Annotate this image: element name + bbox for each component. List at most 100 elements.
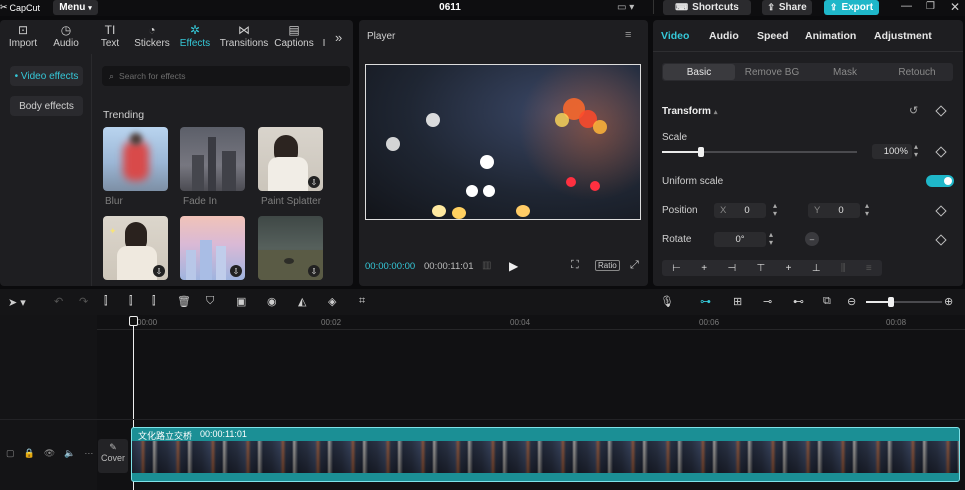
zoom-out-icon[interactable]: ⊖ xyxy=(847,295,856,308)
share-button[interactable]: ⇪ Share xyxy=(762,0,812,15)
ratio-button[interactable]: Ratio xyxy=(595,260,620,271)
uniform-scale-toggle[interactable] xyxy=(926,175,954,187)
tab-text[interactable]: TI Text xyxy=(87,23,133,49)
zoom-in-icon[interactable]: ⊕ xyxy=(944,295,953,308)
align-center-v-icon[interactable]: + xyxy=(786,263,792,274)
magnet-snap-icon[interactable]: ⊶ xyxy=(700,295,711,308)
effect-thumbnail-paint-splatter[interactable]: ⇩ xyxy=(258,127,323,191)
chain-link-icon[interactable]: ⊸ xyxy=(763,295,772,308)
tab-adjustment[interactable]: Adjustment xyxy=(874,30,932,42)
align-center-h-icon[interactable]: + xyxy=(701,263,707,274)
crop-icon[interactable]: ⌗ xyxy=(359,295,365,308)
reverse-play-icon[interactable]: ◉ xyxy=(267,295,277,308)
restore-icon[interactable]: ❐ xyxy=(926,1,935,12)
tab-more[interactable]: I xyxy=(318,23,330,49)
effect-thumbnail-fade-in[interactable] xyxy=(180,127,245,191)
position-x-field[interactable]: X0 xyxy=(714,203,766,218)
tab-video[interactable]: Video xyxy=(661,30,689,42)
lock-icon[interactable]: 🔒 xyxy=(24,448,35,459)
timeline-view-icon[interactable]: ▥ xyxy=(482,260,491,271)
stepper-icon[interactable]: ▴ ▾ xyxy=(773,202,777,218)
align-bottom-icon[interactable]: ⊥ xyxy=(812,263,821,274)
scale-slider[interactable] xyxy=(662,147,857,157)
category-body-effects[interactable]: Body effects xyxy=(10,96,83,116)
tab-stickers[interactable]: ◔ Stickers xyxy=(129,23,175,49)
tab-transitions[interactable]: ⋈ Transitions xyxy=(218,23,270,49)
close-icon[interactable]: ✕ xyxy=(950,0,960,14)
mirror-icon[interactable]: ◭ xyxy=(298,295,306,308)
shield-icon[interactable]: ⛉ xyxy=(206,295,214,308)
layout-icon[interactable]: ▭ ▾ xyxy=(617,2,634,13)
delete-icon[interactable]: 🗑 xyxy=(177,295,191,308)
keyframe-icon[interactable] xyxy=(935,146,947,158)
keyframe-icon[interactable] xyxy=(935,105,947,117)
subtab-mask[interactable]: Mask xyxy=(809,64,881,80)
tab-speed[interactable]: Speed xyxy=(757,30,789,42)
subtab-basic[interactable]: Basic xyxy=(663,64,735,80)
split-audio-icon[interactable]: ⊷ xyxy=(793,295,804,308)
keyframe-icon[interactable] xyxy=(935,205,947,217)
scale-slider-handle[interactable] xyxy=(698,147,704,157)
tab-captions[interactable]: ▤ Captions xyxy=(271,23,317,49)
fullscreen-icon[interactable]: ⤢ xyxy=(630,259,639,272)
stepper-icon[interactable]: ▴ ▾ xyxy=(914,143,918,159)
subtab-retouch[interactable]: Retouch xyxy=(881,64,953,80)
undo-icon[interactable]: ↶ xyxy=(54,295,63,308)
split-right-icon[interactable]: ⫿ xyxy=(152,295,156,308)
speaker-icon[interactable]: 🔈 xyxy=(64,448,75,459)
scale-value-field[interactable]: 100% xyxy=(872,144,912,159)
download-icon[interactable]: ⇩ xyxy=(308,265,320,277)
category-video-effects[interactable]: • Video effects xyxy=(10,66,83,86)
export-button[interactable]: ⇪ Export xyxy=(824,0,879,15)
search-input[interactable]: ⌕ Search for effects xyxy=(102,66,350,86)
freeze-icon[interactable]: ▣ xyxy=(236,295,246,308)
tab-animation[interactable]: Animation xyxy=(805,30,856,42)
download-icon[interactable]: ⇩ xyxy=(308,176,320,188)
position-y-field[interactable]: Y0 xyxy=(808,203,860,218)
tab-effects[interactable]: ✲ Effects xyxy=(172,23,218,49)
playhead-handle[interactable] xyxy=(129,316,138,326)
download-icon[interactable]: ⇩ xyxy=(230,265,242,277)
rotate-field[interactable]: 0° xyxy=(714,232,766,247)
reset-icon[interactable]: ↺ xyxy=(909,104,918,117)
menu-button[interactable]: Menu ▾ xyxy=(53,0,98,15)
download-icon[interactable]: ⇩ xyxy=(153,265,165,277)
video-clip[interactable]: 文化路立交桥 00:00:11:01 xyxy=(131,427,960,482)
play-icon[interactable]: ▶ xyxy=(509,259,518,273)
redo-icon[interactable]: ↷ xyxy=(79,295,88,308)
effect-thumbnail-6[interactable]: ⇩ xyxy=(258,216,323,280)
effect-thumbnail-blur[interactable] xyxy=(103,127,168,191)
chevron-double-right-icon[interactable]: » xyxy=(335,30,342,45)
rotate-dial-icon[interactable]: – xyxy=(805,232,819,246)
hamburger-icon[interactable]: ≡ xyxy=(625,29,631,41)
microphone-icon[interactable]: 🎙 xyxy=(660,295,674,308)
cover-button[interactable]: ✎ Cover xyxy=(98,439,128,473)
tab-audio-props[interactable]: Audio xyxy=(709,30,739,42)
subtab-remove-bg[interactable]: Remove BG xyxy=(736,64,808,80)
stepper-icon[interactable]: ▴ ▾ xyxy=(865,202,869,218)
effect-thumbnail-5[interactable]: ⇩ xyxy=(180,216,245,280)
distribute-h-icon[interactable]: ⫼ xyxy=(841,263,846,274)
zoom-slider-handle[interactable] xyxy=(888,297,894,307)
stepper-icon[interactable]: ▴ ▾ xyxy=(769,231,773,247)
select-cursor-icon[interactable]: ➤ ▾ xyxy=(8,296,26,309)
minimize-icon[interactable]: — xyxy=(901,0,912,12)
rotate-icon[interactable]: ◈ xyxy=(328,295,336,308)
track-thumbnail-icon[interactable]: ▢ xyxy=(6,448,15,459)
tab-import[interactable]: ⊡ Import xyxy=(0,23,46,49)
align-left-icon[interactable]: ⊢ xyxy=(672,263,681,274)
tab-audio[interactable]: ◷ Audio xyxy=(43,23,89,49)
align-right-icon[interactable]: ⊣ xyxy=(727,263,736,274)
keyframe-icon[interactable] xyxy=(935,234,947,246)
more-icon[interactable]: ⋯ xyxy=(84,448,93,459)
split-left-icon[interactable]: ⫿ xyxy=(129,295,133,308)
zoom-slider[interactable] xyxy=(866,297,942,307)
effect-thumbnail-4[interactable]: ✦ ⇩ xyxy=(103,216,168,280)
split-icon[interactable]: ⫿ xyxy=(104,295,108,308)
fit-view-icon[interactable]: ⛶ xyxy=(571,259,579,272)
eye-icon[interactable]: 👁 xyxy=(44,448,55,459)
shortcuts-button[interactable]: ⌨ Shortcuts xyxy=(663,0,751,15)
video-preview[interactable] xyxy=(365,64,641,220)
distribute-v-icon[interactable]: ≡ xyxy=(866,263,872,274)
preview-axis-icon[interactable]: ⧉ xyxy=(823,295,831,308)
